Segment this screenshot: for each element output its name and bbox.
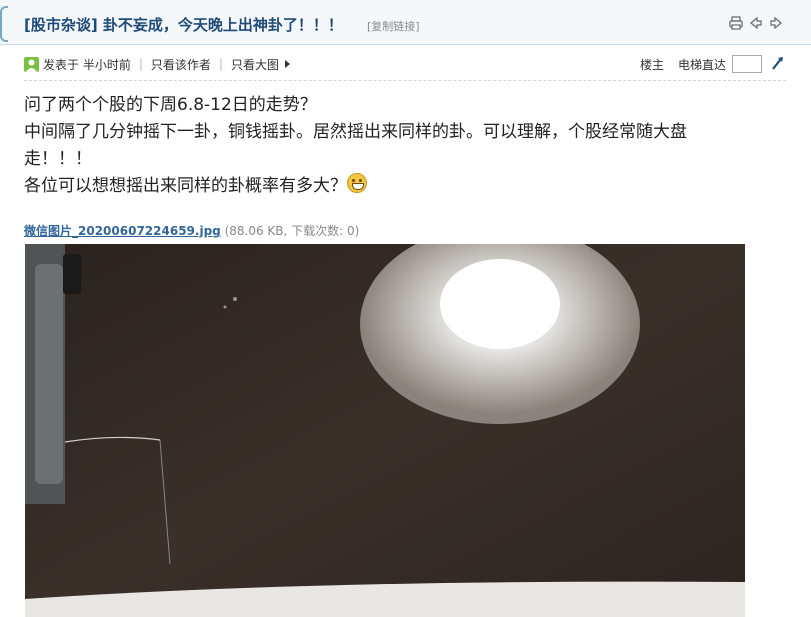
- arrow-left-icon[interactable]: [749, 15, 763, 30]
- post-time: 发表于 半小时前: [43, 57, 131, 72]
- floor-label: 楼主: [639, 57, 664, 72]
- attached-photo[interactable]: [25, 244, 745, 617]
- grin-emoji-icon: [347, 173, 367, 193]
- meta-separator: |: [218, 57, 223, 71]
- post-line: 中间隔了几分钟摇下一卦，铜钱摇卦。居然摇出来同样的卦。可以理解，个股经常随大盘: [24, 122, 687, 142]
- floor-nav: 楼主 电梯直达: [640, 52, 786, 76]
- thread-title: [股市杂谈] 卦不妄成，今天晚上出神卦了！！！: [24, 16, 343, 34]
- post-line: 走！！！: [24, 149, 92, 169]
- floor-number-input[interactable]: [732, 55, 762, 73]
- attachment-info: (88.06 KB, 下载次数: 0): [220, 224, 360, 238]
- post-content: 问了两个个股的下周6.8-12日的走势？ 中间隔了几分钟摇下一卦，铜钱摇卦。居然…: [24, 92, 784, 200]
- caret-right-icon[interactable]: [284, 60, 290, 68]
- post-meta: 发表于 半小时前 | 只看该作者 | 只看大图 楼主 电梯直达: [24, 52, 786, 76]
- print-icon[interactable]: [729, 15, 743, 30]
- jump-icon[interactable]: [770, 55, 786, 74]
- post-line: 各位可以想想摇出来同样的卦概率有多大？: [24, 176, 347, 196]
- jump-label: 电梯直达: [677, 57, 726, 72]
- attachment-link[interactable]: 微信图片_20200607224659.jpg: [24, 224, 221, 238]
- meta-separator: |: [138, 57, 143, 71]
- only-author-link[interactable]: 只看该作者: [151, 56, 211, 73]
- thread-header: [股市杂谈] 卦不妄成，今天晚上出神卦了！！！ [复制链接]: [0, 0, 811, 45]
- user-online-icon: [24, 56, 39, 72]
- copy-link-button[interactable]: [复制链接]: [367, 18, 420, 34]
- thread-tools: [729, 15, 783, 30]
- meta-divider: [24, 80, 786, 81]
- only-images-link[interactable]: 只看大图: [231, 56, 279, 73]
- post-line: 问了两个个股的下周6.8-12日的走势？: [24, 95, 317, 115]
- post-line-wrapper: 各位可以想想摇出来同样的卦概率有多大？: [24, 173, 784, 200]
- arrow-right-icon[interactable]: [769, 15, 783, 30]
- header-bracket-decoration: [0, 6, 8, 42]
- attachment-row: 微信图片_20200607224659.jpg (88.06 KB, 下载次数:…: [24, 222, 359, 239]
